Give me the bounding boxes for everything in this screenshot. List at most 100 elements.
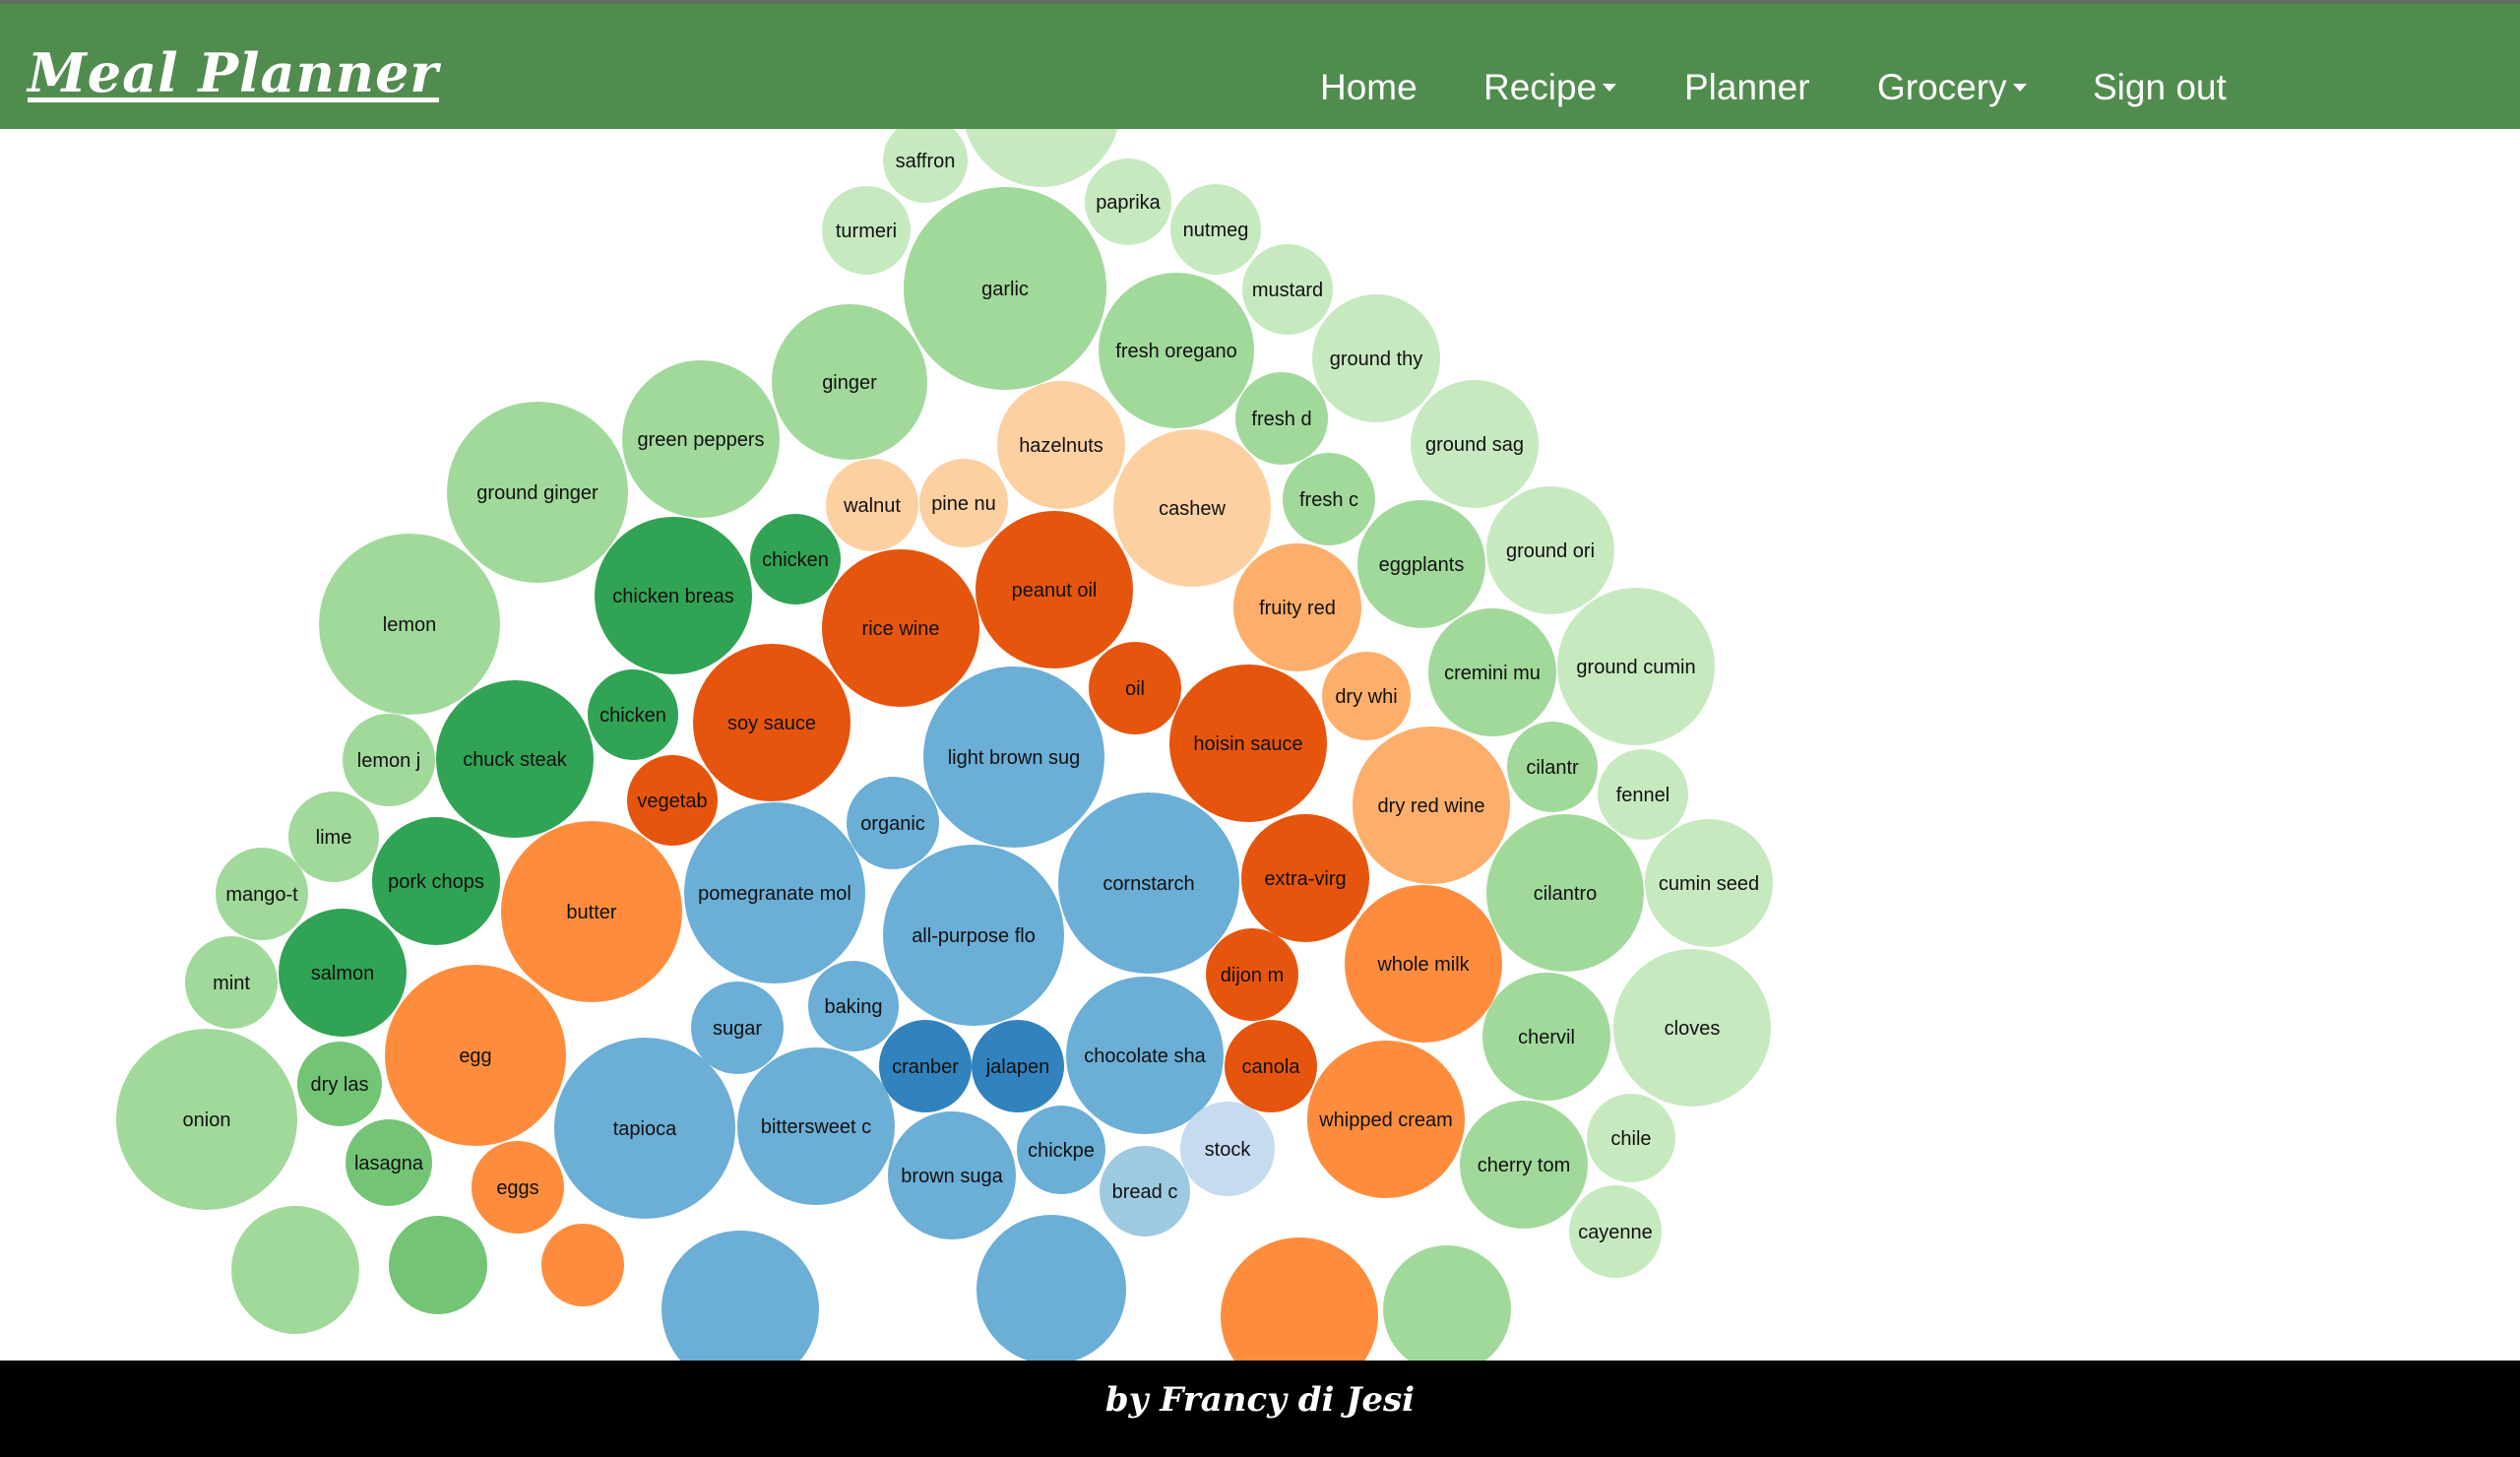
bubble-node[interactable]: oil <box>1089 642 1181 734</box>
nav-sign-out[interactable]: Sign out <box>2093 67 2227 108</box>
bubble-node[interactable]: vegetab <box>627 755 718 846</box>
bubble-node[interactable] <box>389 1216 487 1314</box>
bubble-node[interactable]: dijon m <box>1206 928 1298 1021</box>
bubble-circle[interactable] <box>389 1216 487 1314</box>
bubble-node[interactable]: dry red wine <box>1353 727 1510 884</box>
bubble-node[interactable]: canola <box>1225 1020 1317 1112</box>
bubble-node[interactable] <box>541 1224 624 1306</box>
bubble-node[interactable]: fennel <box>1598 749 1688 840</box>
bubble-node[interactable]: garlic <box>904 187 1106 390</box>
nav-home[interactable]: Home <box>1320 67 1418 108</box>
bubble-circle[interactable] <box>541 1224 624 1306</box>
bubble-circle[interactable] <box>976 1215 1126 1361</box>
bubble-label: cornstarch <box>1102 873 1194 895</box>
bubble-node[interactable]: fresh d <box>1235 372 1328 465</box>
bubble-node[interactable]: pine nu <box>919 459 1008 547</box>
bubble-node[interactable]: walnut <box>826 459 918 551</box>
bubble-node[interactable]: fresh oregano <box>1099 273 1254 428</box>
bubble-node[interactable]: chicken breas <box>595 517 752 674</box>
bubble-node[interactable]: brown suga <box>888 1111 1016 1239</box>
bubble-node[interactable]: chocolate sha <box>1066 977 1224 1134</box>
bubble-node[interactable] <box>976 1215 1126 1361</box>
bubble-node[interactable]: fruity red <box>1233 543 1361 671</box>
bubble-node[interactable]: eggplants <box>1357 500 1485 628</box>
bubble-label: fruity red <box>1259 598 1336 619</box>
bubble-node[interactable]: soy sauce <box>693 644 850 801</box>
bubble-node[interactable]: baking <box>808 961 899 1051</box>
bubble-node[interactable]: extra-virg <box>1241 814 1369 942</box>
bubble-node[interactable] <box>1383 1245 1511 1361</box>
bubble-node[interactable] <box>1221 1237 1378 1361</box>
nav-recipe-dropdown[interactable]: Recipe <box>1483 67 1617 108</box>
bubble-node[interactable]: cremini mu <box>1428 608 1556 736</box>
bubble-node[interactable]: chicken <box>588 669 678 760</box>
bubble-node[interactable]: mint <box>185 936 278 1029</box>
bubble-node[interactable]: sugar <box>691 982 784 1074</box>
bubble-node[interactable] <box>231 1206 359 1334</box>
bubble-node[interactable]: saffron <box>883 129 968 203</box>
bubble-node[interactable]: mango-t <box>216 848 308 940</box>
nav-grocery-dropdown[interactable]: Grocery <box>1877 67 2027 108</box>
bubble-circle[interactable] <box>231 1206 359 1334</box>
bubble-node[interactable]: cornstarch <box>1058 792 1239 974</box>
bubble-node[interactable]: ground cumin <box>1557 588 1715 745</box>
brand-logo[interactable]: Meal Planner <box>28 41 439 104</box>
bubble-node[interactable]: jalapen <box>972 1020 1064 1112</box>
bubble-node[interactable]: hoisin sauce <box>1169 665 1327 822</box>
bubble-node[interactable]: salmon <box>279 909 407 1037</box>
bubble-node[interactable]: chile <box>1587 1094 1675 1182</box>
bubble-node[interactable]: onion <box>116 1029 297 1210</box>
bubble-node[interactable]: ground ori <box>1486 486 1614 614</box>
bubble-node[interactable]: ground ginger <box>447 402 628 583</box>
bubble-node[interactable]: nutmeg <box>1170 184 1261 275</box>
bubble-node[interactable]: tapioca <box>554 1038 735 1219</box>
bubble-node[interactable]: whole milk <box>1345 885 1502 1043</box>
bubble-node[interactable]: cashew <box>1113 429 1271 587</box>
bubble-node[interactable]: chickpe <box>1017 1106 1105 1194</box>
bubble-node[interactable]: cherry tom <box>1460 1101 1588 1229</box>
bubble-node[interactable]: green peppers <box>622 360 780 518</box>
nav-planner[interactable]: Planner <box>1684 67 1810 108</box>
bubble-node[interactable]: cumin seed <box>1645 819 1773 947</box>
bubble-node[interactable]: cloves <box>1613 949 1771 1107</box>
bubble-node[interactable]: rice wine <box>822 549 979 707</box>
bubble-node[interactable]: cranber <box>879 1020 972 1112</box>
bubble-node[interactable]: pork chops <box>372 817 500 945</box>
bubble-node[interactable]: cayenne <box>1569 1185 1662 1278</box>
bubble-node[interactable]: bittersweet c <box>737 1047 895 1205</box>
bubble-node[interactable]: mustard <box>1242 244 1333 335</box>
bubble-node[interactable]: light brown sug <box>923 666 1104 848</box>
bubble-node[interactable]: lemon j <box>343 714 435 806</box>
bubble-node[interactable]: cilantr <box>1507 722 1598 812</box>
bubble-node[interactable]: chuck steak <box>436 680 594 838</box>
bubble-node[interactable]: turmeri <box>822 186 911 275</box>
bubble-node[interactable]: cilantro <box>1486 814 1644 972</box>
bubble-node[interactable]: lime <box>288 792 379 882</box>
bubble-node[interactable] <box>662 1231 819 1361</box>
bubble-node[interactable]: dry whi <box>1322 652 1411 740</box>
bubble-node[interactable]: dry las <box>297 1042 382 1126</box>
bubble-node[interactable]: pomegranate mol <box>684 802 865 983</box>
bubble-circle[interactable] <box>662 1231 819 1361</box>
bubble-node[interactable]: bread c <box>1100 1146 1190 1236</box>
bubble-node[interactable]: egg <box>385 965 566 1146</box>
bubble-node[interactable]: butter <box>501 821 682 1002</box>
bubble-circle[interactable] <box>1383 1245 1511 1361</box>
bubble-node[interactable]: chicken <box>750 514 841 604</box>
bubble-node[interactable]: ground thy <box>1312 294 1440 422</box>
bubble-node[interactable]: ground sag <box>1411 380 1539 508</box>
bubble-node[interactable]: organic <box>847 777 939 869</box>
bubble-circle[interactable] <box>1221 1237 1378 1361</box>
bubble-node[interactable]: all-purpose flo <box>883 845 1064 1026</box>
bubble-node[interactable]: hazelnuts <box>997 381 1125 509</box>
bubble-node[interactable]: peanut oil <box>976 511 1133 668</box>
bubble-node[interactable]: lemon <box>319 534 500 715</box>
bubble-node[interactable]: fresh c <box>1283 453 1375 545</box>
bubble-node[interactable]: lasagna <box>346 1119 432 1206</box>
bubble-node[interactable]: chervil <box>1482 973 1610 1101</box>
bubble-node[interactable]: stock <box>1180 1102 1275 1196</box>
bubble-node[interactable]: paprika <box>1085 158 1171 245</box>
bubble-node[interactable]: ginger <box>772 304 927 460</box>
bubble-node[interactable]: whipped cream <box>1307 1041 1465 1198</box>
bubble-node[interactable]: eggs <box>472 1141 564 1234</box>
